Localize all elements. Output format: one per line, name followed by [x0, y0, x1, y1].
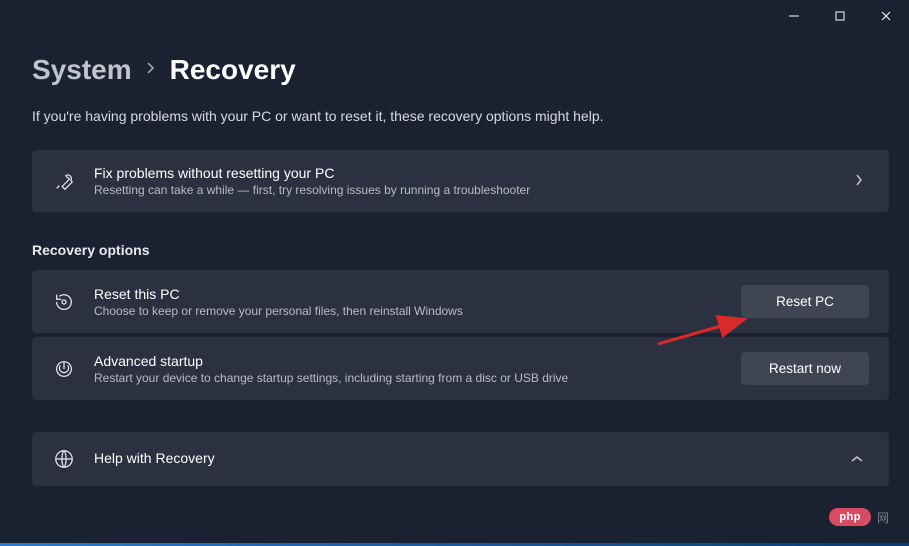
chevron-up-icon [845, 452, 869, 466]
advanced-startup-sub: Restart your device to change startup se… [94, 371, 741, 385]
reset-icon [52, 290, 76, 314]
watermark-badge: php [829, 508, 871, 526]
power-settings-icon [52, 357, 76, 381]
fix-problems-card[interactable]: Fix problems without resetting your PC R… [32, 150, 889, 212]
minimize-button[interactable] [771, 0, 817, 32]
restart-now-button[interactable]: Restart now [741, 352, 869, 385]
close-button[interactable] [863, 0, 909, 32]
fix-problems-title: Fix problems without resetting your PC [94, 165, 849, 181]
chevron-right-icon [146, 61, 156, 80]
advanced-startup-card: Advanced startup Restart your device to … [32, 337, 889, 400]
reset-pc-sub: Choose to keep or remove your personal f… [94, 304, 741, 318]
globe-icon [52, 447, 76, 471]
window-controls [771, 0, 909, 32]
help-recovery-card[interactable]: Help with Recovery [32, 432, 889, 486]
maximize-button[interactable] [817, 0, 863, 32]
watermark-text: 网 [877, 509, 889, 526]
reset-pc-title: Reset this PC [94, 286, 741, 302]
reset-pc-button[interactable]: Reset PC [741, 285, 869, 318]
reset-pc-card: Reset this PC Choose to keep or remove y… [32, 270, 889, 333]
wrench-icon [52, 169, 76, 193]
watermark: php 网 [829, 508, 889, 526]
recovery-options-header: Recovery options [32, 242, 889, 258]
page-subtitle: If you're having problems with your PC o… [32, 108, 889, 124]
help-recovery-title: Help with Recovery [94, 450, 845, 466]
breadcrumb-parent[interactable]: System [32, 54, 132, 86]
chevron-right-icon [849, 174, 869, 189]
advanced-startup-title: Advanced startup [94, 353, 741, 369]
page-title: Recovery [170, 54, 296, 86]
breadcrumb: System Recovery [32, 54, 889, 86]
fix-problems-sub: Resetting can take a while — first, try … [94, 183, 849, 197]
